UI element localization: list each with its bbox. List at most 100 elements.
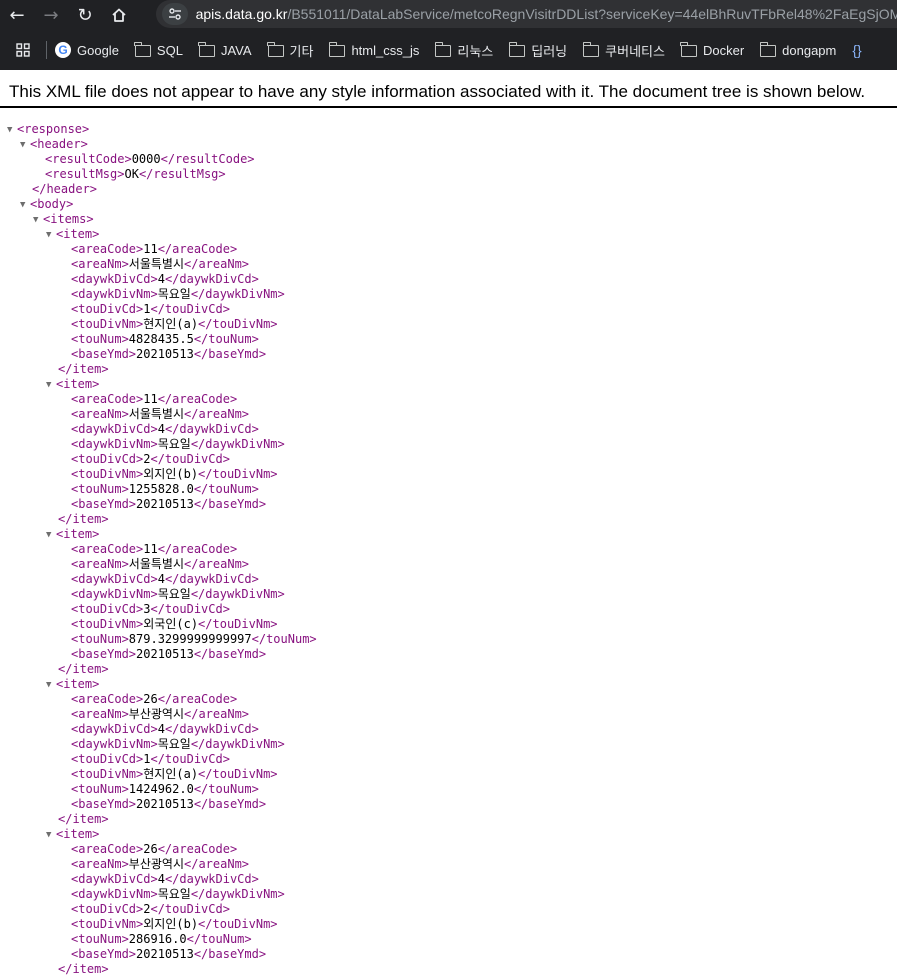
xml-element-areaCode: <areaCode>11</areaCode> xyxy=(0,392,897,407)
xml-open-tag: <areaNm> xyxy=(71,707,129,721)
xml-open-tag: <daywkDivCd> xyxy=(71,722,158,736)
bookmark-label: 기타 xyxy=(289,43,314,59)
xml-close-tag: </daywkDivNm> xyxy=(190,737,285,751)
back-arrow-icon[interactable]: ← xyxy=(0,1,34,29)
apps-grid-icon[interactable] xyxy=(14,41,32,59)
xml-value-areaCode: 11 xyxy=(143,542,158,556)
xml-close-tag: </touDivCd> xyxy=(150,752,230,766)
address-bar[interactable]: apis.data.go.kr/B551011/DataLabService/m… xyxy=(156,0,897,28)
xml-close-tag: </daywkDivCd> xyxy=(164,572,259,586)
xml-close-item: </item> xyxy=(0,662,897,677)
xml-close-tag: </resultCode> xyxy=(160,152,255,166)
xml-element-touNum: <touNum>4828435.5</touNum> xyxy=(0,332,897,347)
xml-close-tag: </daywkDivCd> xyxy=(164,422,259,436)
xml-element-touDivCd: <touDivCd>1</touDivCd> xyxy=(0,302,897,317)
bookmark-folder-deeplearning[interactable]: 딥러닝 xyxy=(508,41,567,60)
xml-element-touDivNm: <touDivNm>현지인(a)</touDivNm> xyxy=(0,317,897,332)
xml-element-daywkDivCd: <daywkDivCd>4</daywkDivCd> xyxy=(0,872,897,887)
collapse-triangle-icon[interactable]: ▼ xyxy=(46,828,56,843)
xml-value-daywkDivNm: 목요일 xyxy=(157,287,191,301)
forward-arrow-icon[interactable]: → xyxy=(34,1,68,29)
xml-value-daywkDivNm: 목요일 xyxy=(157,437,191,451)
xml-close-tag: </resultMsg> xyxy=(138,167,226,181)
folder-icon xyxy=(198,42,215,57)
braces-icon: {} xyxy=(852,42,862,58)
bookmark-label: html_css_js xyxy=(351,42,420,58)
collapse-triangle-icon[interactable]: ▼ xyxy=(20,138,30,153)
xml-value-touNum: 1255828.0 xyxy=(128,482,194,496)
xml-element-areaCode: <areaCode>26</areaCode> xyxy=(0,692,897,707)
xml-close-tag: </item> xyxy=(58,812,109,826)
address-url[interactable]: apis.data.go.kr/B551011/DataLabService/m… xyxy=(196,6,897,22)
collapse-triangle-icon[interactable]: ▼ xyxy=(33,213,43,228)
collapse-triangle-icon[interactable]: ▼ xyxy=(46,378,56,393)
browser-toolbar: ← → ↻ apis.data.go.kr/B551011/DataLabSer… xyxy=(0,0,897,30)
xml-close-tag: </touDivCd> xyxy=(150,902,230,916)
bookmark-folder-linux[interactable]: 리눅스 xyxy=(434,41,493,60)
xml-open-tag: <areaCode> xyxy=(71,542,144,556)
bookmark-folder-etc[interactable]: 기타 xyxy=(267,41,314,60)
bookmark-more[interactable]: {} xyxy=(852,42,861,58)
bookmark-folder-kubernetes[interactable]: 쿠버네티스 xyxy=(582,41,665,60)
collapse-triangle-icon[interactable]: ▼ xyxy=(46,228,56,243)
collapse-triangle-icon[interactable]: ▼ xyxy=(20,198,30,213)
xml-value-daywkDivNm: 목요일 xyxy=(157,887,191,901)
bookmark-folder-java[interactable]: JAVA xyxy=(198,42,252,58)
bookmark-folder-html-css-js[interactable]: html_css_js xyxy=(328,42,420,58)
home-icon[interactable] xyxy=(102,1,136,29)
xml-value-baseYmd: 20210513 xyxy=(136,947,194,961)
bookmark-folder-docker[interactable]: Docker xyxy=(680,42,745,58)
folder-icon xyxy=(328,42,346,57)
bookmark-label: Docker xyxy=(702,42,745,58)
reload-icon[interactable]: ↻ xyxy=(68,1,102,29)
bookmark-google[interactable]: G Google xyxy=(55,42,119,58)
xml-close-tag: </areaNm> xyxy=(184,257,250,271)
xml-open-tag: <areaCode> xyxy=(71,842,144,856)
xml-open-tag: <baseYmd> xyxy=(71,497,137,511)
xml-node-item: ▼ <item> xyxy=(0,677,897,692)
xml-value-touNum: 1424962.0 xyxy=(128,782,194,796)
folder-icon xyxy=(434,42,452,57)
xml-value-daywkDivCd: 4 xyxy=(157,272,165,286)
xml-element-touDivCd: <touDivCd>2</touDivCd> xyxy=(0,902,897,917)
xml-close-tag: </daywkDivCd> xyxy=(164,722,259,736)
xml-open-tag: <touNum> xyxy=(71,782,129,796)
folder-icon xyxy=(759,42,777,57)
xml-element-areaNm: <areaNm>부산광역시</areaNm> xyxy=(0,707,897,722)
bookmark-label: SQL xyxy=(156,42,183,58)
xml-open-tag: <header> xyxy=(30,137,88,151)
xml-close-tag: </touNum> xyxy=(251,632,317,646)
xml-value-baseYmd: 20210513 xyxy=(136,797,194,811)
collapse-triangle-icon[interactable]: ▼ xyxy=(7,123,17,138)
bookmark-folder-sql[interactable]: SQL xyxy=(134,42,183,58)
xml-element-daywkDivCd: <daywkDivCd>4</daywkDivCd> xyxy=(0,722,897,737)
xml-element-daywkDivNm: <daywkDivNm>목요일</daywkDivNm> xyxy=(0,887,897,902)
xml-open-tag: <areaNm> xyxy=(71,857,129,871)
google-logo-icon: G xyxy=(55,42,71,58)
xml-node-item: ▼ <item> xyxy=(0,527,897,542)
folder-icon xyxy=(508,42,526,57)
xml-element-daywkDivNm: <daywkDivNm>목요일</daywkDivNm> xyxy=(0,287,897,302)
bookmark-folder-dongapm[interactable]: dongapm xyxy=(759,42,836,58)
xml-close-tag: </baseYmd> xyxy=(193,497,267,511)
xml-open-tag: <daywkDivNm> xyxy=(71,437,158,451)
xml-value-touDivNm: 현지인(a) xyxy=(143,317,199,331)
xml-open-tag: <baseYmd> xyxy=(71,947,137,961)
xml-open-tag: <baseYmd> xyxy=(71,347,137,361)
bookmark-label: JAVA xyxy=(220,42,252,58)
xml-close-tag: </daywkDivCd> xyxy=(164,872,259,886)
xml-open-tag: <areaCode> xyxy=(71,242,144,256)
xml-node-item: ▼ <item> xyxy=(0,227,897,242)
site-info-icon[interactable] xyxy=(162,3,188,25)
xml-close-tag: </touNum> xyxy=(186,932,252,946)
xml-element-daywkDivCd: <daywkDivCd>4</daywkDivCd> xyxy=(0,572,897,587)
xml-value-daywkDivNm: 목요일 xyxy=(157,587,191,601)
xml-element-touDivCd: <touDivCd>1</touDivCd> xyxy=(0,752,897,767)
xml-value-resultCode: 0000 xyxy=(131,152,161,166)
xml-close-tag: </touDivNm> xyxy=(198,617,278,631)
xml-open-tag: <item> xyxy=(56,827,100,841)
collapse-triangle-icon[interactable]: ▼ xyxy=(46,528,56,543)
xml-value-areaNm: 서울특별시 xyxy=(128,557,184,571)
bookmarks-bar: G Google SQL JAVA 기타 html_css_js 리눅스 딥러닝 … xyxy=(0,30,897,70)
collapse-triangle-icon[interactable]: ▼ xyxy=(46,678,56,693)
